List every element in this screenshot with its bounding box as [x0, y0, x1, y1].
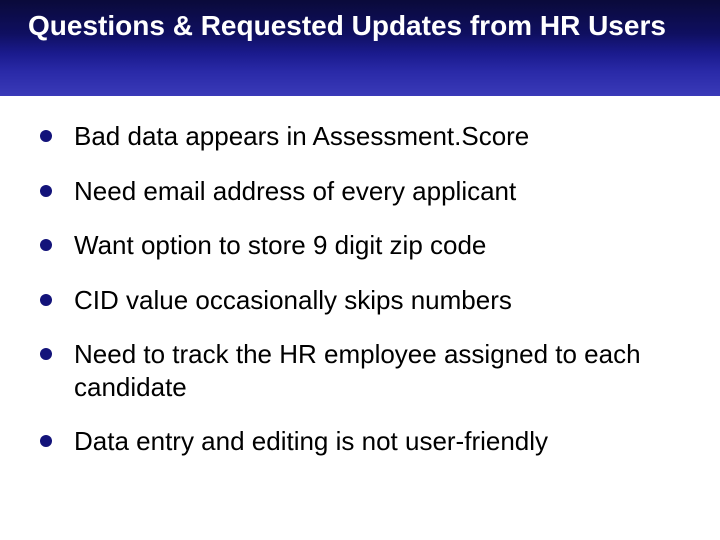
bullet-text: Need to track the HR employee assigned t…: [74, 338, 680, 403]
slide-title: Questions & Requested Updates from HR Us…: [28, 8, 666, 43]
list-item: Want option to store 9 digit zip code: [40, 229, 680, 262]
bullet-text: CID value occasionally skips numbers: [74, 284, 512, 317]
title-band: Questions & Requested Updates from HR Us…: [0, 0, 720, 96]
bullet-icon: [40, 348, 52, 360]
bullet-text: Data entry and editing is not user-frien…: [74, 425, 548, 458]
list-item: Need to track the HR employee assigned t…: [40, 338, 680, 403]
bullet-text: Need email address of every applicant: [74, 175, 516, 208]
bullet-icon: [40, 435, 52, 447]
bullet-icon: [40, 185, 52, 197]
bullet-icon: [40, 130, 52, 142]
slide-content: Bad data appears in Assessment.Score Nee…: [0, 96, 720, 458]
list-item: CID value occasionally skips numbers: [40, 284, 680, 317]
bullet-text: Want option to store 9 digit zip code: [74, 229, 486, 262]
bullet-icon: [40, 294, 52, 306]
bullet-text: Bad data appears in Assessment.Score: [74, 120, 529, 153]
list-item: Data entry and editing is not user-frien…: [40, 425, 680, 458]
slide: Questions & Requested Updates from HR Us…: [0, 0, 720, 540]
list-item: Need email address of every applicant: [40, 175, 680, 208]
bullet-icon: [40, 239, 52, 251]
list-item: Bad data appears in Assessment.Score: [40, 120, 680, 153]
